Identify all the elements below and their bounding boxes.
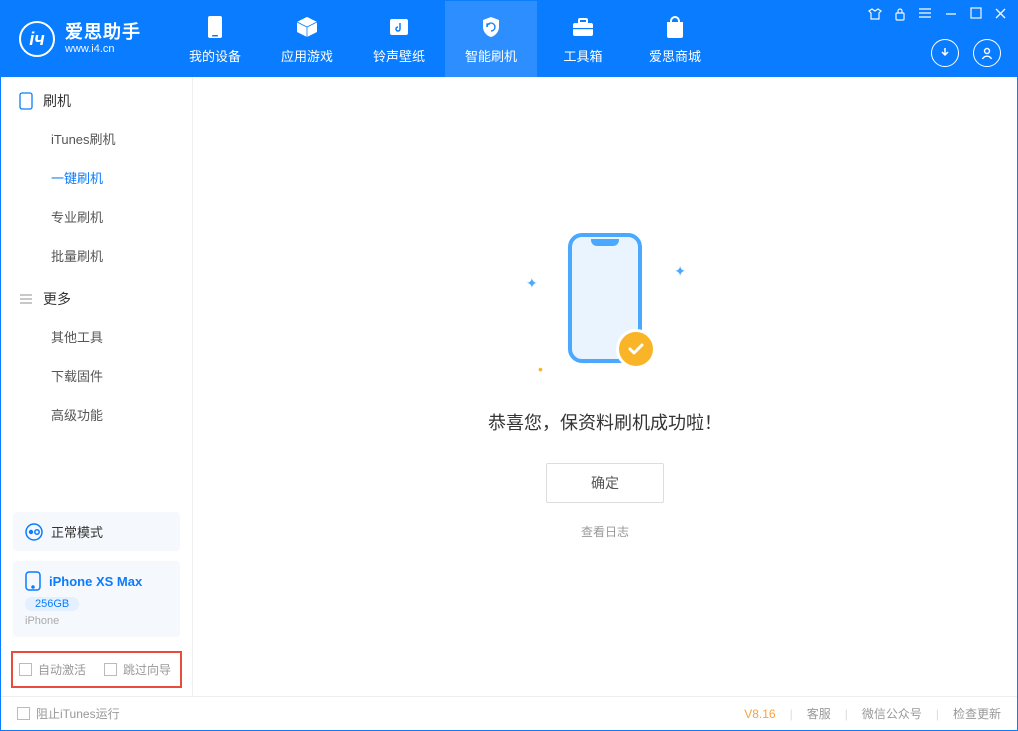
list-icon bbox=[19, 293, 33, 305]
success-illustration: ✦ ✦ • bbox=[520, 233, 690, 383]
app-title: 爱思助手 bbox=[65, 22, 141, 44]
footer-link-wechat[interactable]: 微信公众号 bbox=[862, 705, 922, 722]
sidebar-item-download-firmware[interactable]: 下载固件 bbox=[1, 356, 192, 395]
sidebar-group-flash[interactable]: 刷机 bbox=[1, 77, 192, 119]
app-window: iч 爱思助手 www.i4.cn 我的设备 应用游戏 铃声壁纸 智能刷机 bbox=[0, 0, 1018, 731]
nav-ringtone[interactable]: 铃声壁纸 bbox=[353, 1, 445, 77]
nav-label: 应用游戏 bbox=[281, 46, 333, 65]
version-label: V8.16 bbox=[744, 707, 775, 721]
shirt-icon[interactable] bbox=[868, 7, 882, 24]
footer-link-service[interactable]: 客服 bbox=[807, 705, 831, 722]
device-name: iPhone XS Max bbox=[49, 574, 142, 589]
checkbox-label: 阻止iTunes运行 bbox=[36, 705, 120, 722]
footer-right: V8.16 | 客服 | 微信公众号 | 检查更新 bbox=[744, 705, 1001, 722]
footer-link-update[interactable]: 检查更新 bbox=[953, 705, 1001, 722]
footer: 阻止iTunes运行 V8.16 | 客服 | 微信公众号 | 检查更新 bbox=[1, 696, 1017, 730]
checkbox-block-itunes[interactable]: 阻止iTunes运行 bbox=[17, 705, 120, 722]
sparkle-icon: ✦ bbox=[674, 263, 686, 280]
maximize-icon[interactable] bbox=[970, 7, 982, 24]
user-icon[interactable] bbox=[973, 39, 1001, 67]
checkbox-label: 跳过向导 bbox=[123, 661, 171, 678]
sidebar: 刷机 iTunes刷机 一键刷机 专业刷机 批量刷机 更多 其他工具 下载固件 … bbox=[1, 77, 193, 696]
top-nav: 我的设备 应用游戏 铃声壁纸 智能刷机 工具箱 爱思商城 bbox=[169, 1, 721, 77]
lock-icon[interactable] bbox=[894, 7, 906, 24]
checkbox-icon bbox=[19, 663, 32, 676]
nav-apps[interactable]: 应用游戏 bbox=[261, 1, 353, 77]
body: 刷机 iTunes刷机 一键刷机 专业刷机 批量刷机 更多 其他工具 下载固件 … bbox=[1, 77, 1017, 696]
checkbox-icon bbox=[17, 707, 30, 720]
mode-card[interactable]: 正常模式 bbox=[13, 512, 180, 551]
view-log-link[interactable]: 查看日志 bbox=[581, 523, 629, 540]
shield-refresh-icon bbox=[479, 14, 503, 40]
sidebar-item-itunes-flash[interactable]: iTunes刷机 bbox=[1, 119, 192, 158]
nav-my-device[interactable]: 我的设备 bbox=[169, 1, 261, 77]
highlighted-checkbox-row: 自动激活 跳过向导 bbox=[11, 651, 182, 688]
ok-button[interactable]: 确定 bbox=[546, 463, 664, 503]
sidebar-group-more[interactable]: 更多 bbox=[1, 275, 192, 317]
device-storage: 256GB bbox=[25, 597, 79, 611]
toolbox-icon bbox=[571, 14, 595, 40]
device-panels: 正常模式 iPhone XS Max 256GB iPhone bbox=[1, 502, 192, 647]
checkbox-skip-guide[interactable]: 跳过向导 bbox=[104, 661, 171, 678]
sidebar-item-other-tools[interactable]: 其他工具 bbox=[1, 317, 192, 356]
cube-icon bbox=[295, 14, 319, 40]
header-user-actions bbox=[931, 39, 1001, 67]
device-card[interactable]: iPhone XS Max 256GB iPhone bbox=[13, 561, 180, 637]
download-icon[interactable] bbox=[931, 39, 959, 67]
main-content: ✦ ✦ • 恭喜您，保资料刷机成功啦！ 确定 查看日志 bbox=[193, 77, 1017, 696]
sidebar-item-pro-flash[interactable]: 专业刷机 bbox=[1, 197, 192, 236]
nav-shop[interactable]: 爱思商城 bbox=[629, 1, 721, 77]
checkbox-icon bbox=[104, 663, 117, 676]
device-phone-icon bbox=[25, 571, 41, 591]
nav-label: 爱思商城 bbox=[649, 46, 701, 65]
group-title: 更多 bbox=[43, 289, 71, 309]
logo-icon: iч bbox=[19, 21, 55, 57]
window-controls bbox=[868, 7, 1007, 24]
group-title: 刷机 bbox=[43, 91, 71, 111]
mode-icon bbox=[25, 523, 43, 541]
sparkle-icon: • bbox=[538, 361, 543, 377]
sparkle-icon: ✦ bbox=[526, 275, 538, 292]
device-type: iPhone bbox=[25, 615, 168, 627]
checkbox-label: 自动激活 bbox=[38, 661, 86, 678]
nav-toolbox[interactable]: 工具箱 bbox=[537, 1, 629, 77]
success-message: 恭喜您，保资料刷机成功啦！ bbox=[488, 409, 722, 435]
nav-label: 智能刷机 bbox=[465, 46, 517, 65]
phone-icon bbox=[207, 14, 223, 40]
nav-label: 铃声壁纸 bbox=[373, 46, 425, 65]
close-icon[interactable] bbox=[994, 7, 1007, 24]
music-folder-icon bbox=[387, 14, 411, 40]
sidebar-item-advanced[interactable]: 高级功能 bbox=[1, 395, 192, 434]
nav-label: 工具箱 bbox=[563, 46, 602, 65]
minimize-icon[interactable] bbox=[944, 7, 958, 24]
mode-label: 正常模式 bbox=[51, 522, 103, 541]
app-url: www.i4.cn bbox=[65, 43, 141, 56]
header: iч 爱思助手 www.i4.cn 我的设备 应用游戏 铃声壁纸 智能刷机 bbox=[1, 1, 1017, 77]
logo-text: 爱思助手 www.i4.cn bbox=[65, 22, 141, 57]
logo-area: iч 爱思助手 www.i4.cn bbox=[1, 1, 159, 77]
phone-notch bbox=[591, 239, 619, 246]
menu-icon[interactable] bbox=[918, 7, 932, 24]
nav-label: 我的设备 bbox=[189, 46, 241, 65]
sidebar-item-batch-flash[interactable]: 批量刷机 bbox=[1, 236, 192, 275]
checkbox-auto-activate[interactable]: 自动激活 bbox=[19, 661, 86, 678]
phone-outline-icon bbox=[19, 92, 33, 110]
nav-flash[interactable]: 智能刷机 bbox=[445, 1, 537, 77]
check-badge-icon bbox=[616, 329, 656, 369]
sidebar-item-oneclick-flash[interactable]: 一键刷机 bbox=[1, 158, 192, 197]
bag-icon bbox=[664, 14, 686, 40]
